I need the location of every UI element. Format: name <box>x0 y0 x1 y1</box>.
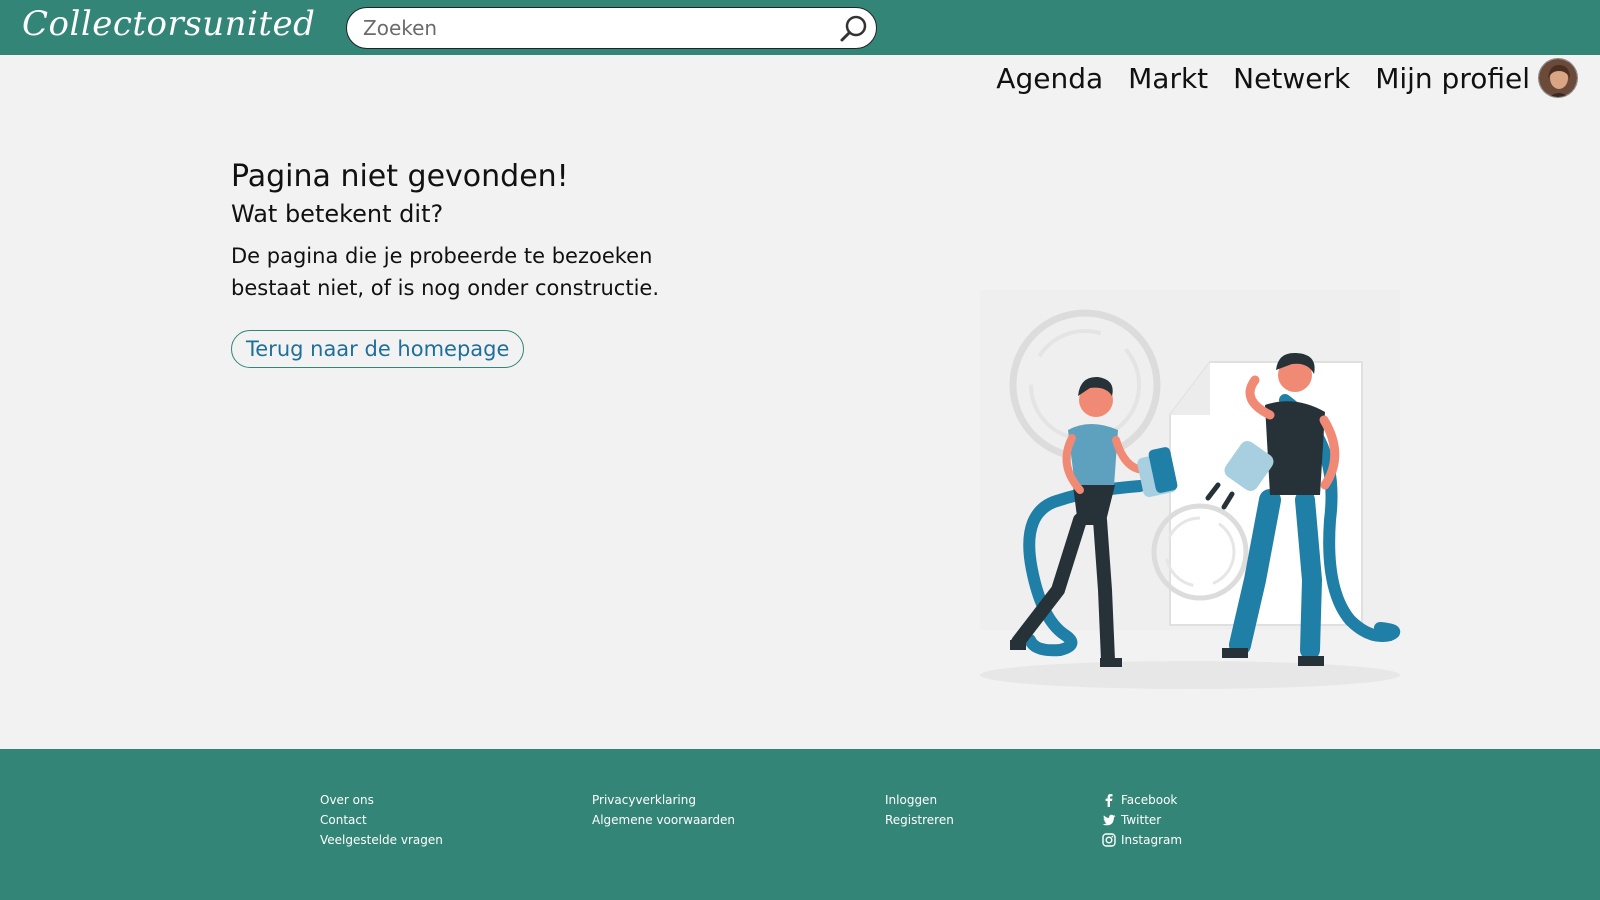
footer-link-twitter[interactable]: Twitter <box>1102 810 1182 830</box>
search-input[interactable] <box>361 14 821 42</box>
top-bar: Collectorsunited <box>0 0 1600 55</box>
footer-column-legal: Privacyverklaring Algemene voorwaarden <box>592 790 735 830</box>
facebook-label: Facebook <box>1121 793 1178 807</box>
footer-column-social: Facebook Twitter Instagram <box>1102 790 1182 850</box>
page-title: Pagina niet gevonden! <box>231 159 569 194</box>
footer-link-terms[interactable]: Algemene voorwaarden <box>592 810 735 830</box>
search-icon[interactable] <box>836 12 870 46</box>
nav-mijn-profiel[interactable]: Mijn profiel <box>1375 62 1530 95</box>
nav-netwerk[interactable]: Netwerk <box>1233 62 1350 95</box>
nav-markt[interactable]: Markt <box>1128 62 1208 95</box>
twitter-label: Twitter <box>1121 813 1162 827</box>
footer-link-contact[interactable]: Contact <box>320 810 443 830</box>
facebook-icon <box>1105 794 1113 807</box>
instagram-icon <box>1102 833 1116 847</box>
footer-link-faq[interactable]: Veelgestelde vragen <box>320 830 443 850</box>
footer-column-about: Over ons Contact Veelgestelde vragen <box>320 790 443 850</box>
footer-link-over-ons[interactable]: Over ons <box>320 790 443 810</box>
instagram-label: Instagram <box>1121 833 1183 847</box>
footer-column-account: Inloggen Registreren <box>885 790 954 830</box>
avatar-image <box>1539 59 1577 97</box>
site-logo[interactable]: Collectorsunited <box>22 4 315 44</box>
unplugged-illustration <box>980 290 1401 689</box>
error-description: De pagina die je probeerde te bezoeken b… <box>231 244 659 300</box>
back-to-home-button[interactable]: Terug naar de homepage <box>231 330 525 368</box>
search-bar[interactable] <box>346 7 877 49</box>
error-content: Pagina niet gevonden! Wat betekent dit? … <box>231 158 751 368</box>
twitter-icon <box>1102 814 1116 826</box>
site-footer: Over ons Contact Veelgestelde vragen Pri… <box>0 749 1600 900</box>
footer-link-facebook[interactable]: Facebook <box>1102 790 1182 810</box>
footer-link-instagram[interactable]: Instagram <box>1102 830 1182 850</box>
footer-link-inloggen[interactable]: Inloggen <box>885 790 954 810</box>
avatar[interactable] <box>1538 58 1578 98</box>
nav-agenda[interactable]: Agenda <box>996 62 1103 95</box>
footer-link-registreren[interactable]: Registreren <box>885 810 954 830</box>
main-nav: Agenda Markt Netwerk Mijn profiel <box>971 56 1578 100</box>
footer-link-privacy[interactable]: Privacyverklaring <box>592 790 735 810</box>
page-subtitle: Wat betekent dit? <box>231 200 444 228</box>
